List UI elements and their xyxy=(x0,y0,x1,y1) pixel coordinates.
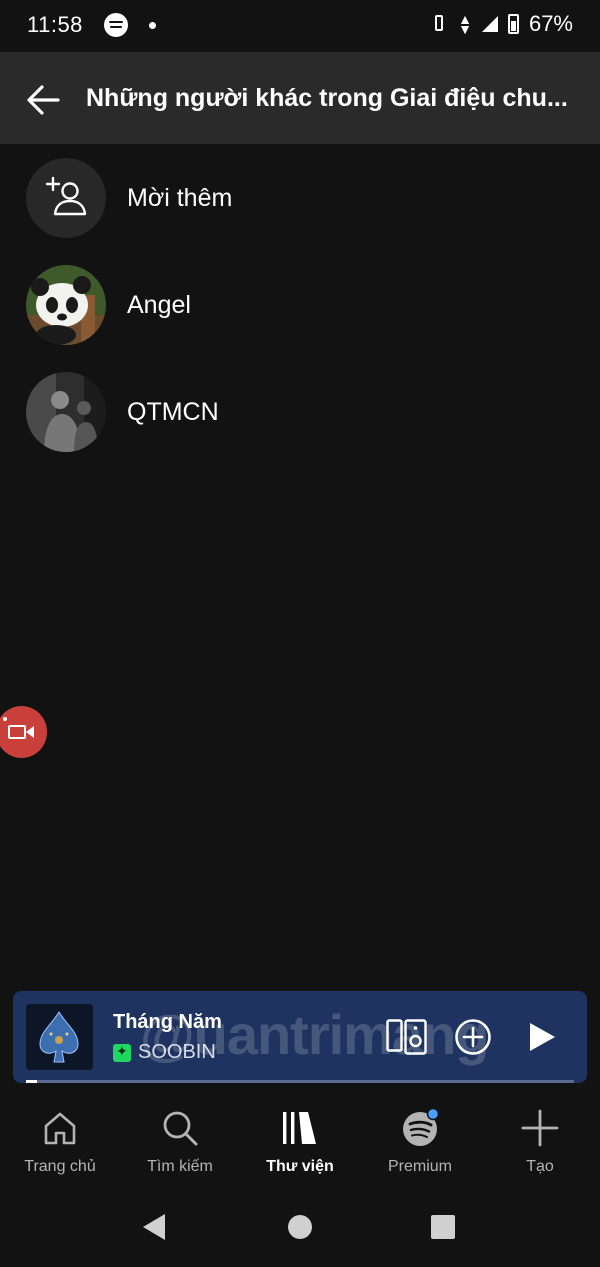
video-camera-icon xyxy=(8,725,26,739)
downloaded-badge-icon xyxy=(113,1043,131,1062)
spotify-icon xyxy=(403,1108,440,1146)
person-name: QTMCN xyxy=(127,397,219,426)
back-button[interactable] xyxy=(24,80,64,120)
camera-lens-icon xyxy=(26,726,34,738)
system-back-icon[interactable] xyxy=(143,1214,165,1240)
person-name: Angel xyxy=(127,290,191,319)
tab-label: Premium xyxy=(387,1158,452,1175)
plus-circle-icon xyxy=(455,1019,491,1055)
tab-label: Trang chủ xyxy=(24,1158,96,1175)
add-person-icon xyxy=(45,176,87,216)
tab-library[interactable]: Thư viện xyxy=(240,1100,360,1188)
avatar-panda xyxy=(26,265,106,345)
search-icon xyxy=(163,1111,198,1146)
play-button[interactable] xyxy=(527,1021,557,1058)
add-to-playlist-button[interactable] xyxy=(454,1018,492,1061)
signal-icon xyxy=(481,16,498,32)
page-title: Những người khác trong Giai điệu chu... xyxy=(86,84,568,112)
library-icon xyxy=(283,1112,316,1144)
tab-label: Tạo xyxy=(526,1158,554,1175)
vibrate-icon xyxy=(430,13,448,35)
tab-home[interactable]: Trang chủ xyxy=(0,1100,120,1188)
person-item-qtmcn[interactable]: QTMCN xyxy=(26,372,586,452)
data-arrows-icon: ▲ ▼ xyxy=(458,11,472,37)
track-title[interactable]: Tháng Năm xyxy=(113,1011,222,1034)
home-icon xyxy=(44,1112,76,1145)
top-app-bar: Những người khác trong Giai điệu chu... xyxy=(0,52,600,144)
playback-progress-bar[interactable] xyxy=(26,1080,574,1083)
playback-progress-fill xyxy=(26,1080,37,1083)
speaker-device-icon xyxy=(386,1019,427,1055)
bottom-tab-bar: Trang chủ Tìm kiếm Thư viện Premium Tạo xyxy=(0,1100,600,1188)
tab-label: Tìm kiếm xyxy=(147,1158,213,1175)
battery-icon xyxy=(507,14,519,34)
invite-avatar xyxy=(26,158,106,238)
status-bar: 11:58 ▲ ▼ 67% xyxy=(0,0,600,52)
tab-search[interactable]: Tìm kiếm xyxy=(120,1100,240,1188)
avatar-grayscale-photo xyxy=(26,372,106,452)
tab-label: Thư viện xyxy=(266,1158,334,1175)
plus-icon xyxy=(521,1109,559,1147)
person-item-angel[interactable]: Angel xyxy=(26,265,586,345)
system-recents-icon[interactable] xyxy=(431,1215,455,1239)
tab-create[interactable]: Tạo xyxy=(480,1100,600,1188)
play-icon xyxy=(530,1023,555,1051)
status-time: 11:58 xyxy=(27,12,83,37)
mini-player[interactable]: Tháng Năm SOOBIN xyxy=(13,991,587,1083)
track-artist[interactable]: SOOBIN xyxy=(138,1041,216,1064)
status-right: ▲ ▼ 67% xyxy=(430,11,573,37)
tab-premium[interactable]: Premium xyxy=(360,1100,480,1188)
system-home-icon[interactable] xyxy=(288,1215,312,1239)
spotify-notification-icon xyxy=(104,13,128,37)
record-dot-icon xyxy=(3,717,7,721)
invite-more-item[interactable]: Mời thêm xyxy=(26,158,586,238)
battery-percent: 67% xyxy=(528,11,573,36)
notification-dot-icon xyxy=(149,22,156,29)
connect-device-button[interactable] xyxy=(386,1019,428,1060)
arrow-left-icon xyxy=(27,85,60,115)
album-art[interactable] xyxy=(26,1004,93,1070)
track-artist-row: SOOBIN xyxy=(113,1041,216,1064)
invite-more-label: Mời thêm xyxy=(127,183,233,212)
screen-record-button[interactable] xyxy=(0,706,47,758)
